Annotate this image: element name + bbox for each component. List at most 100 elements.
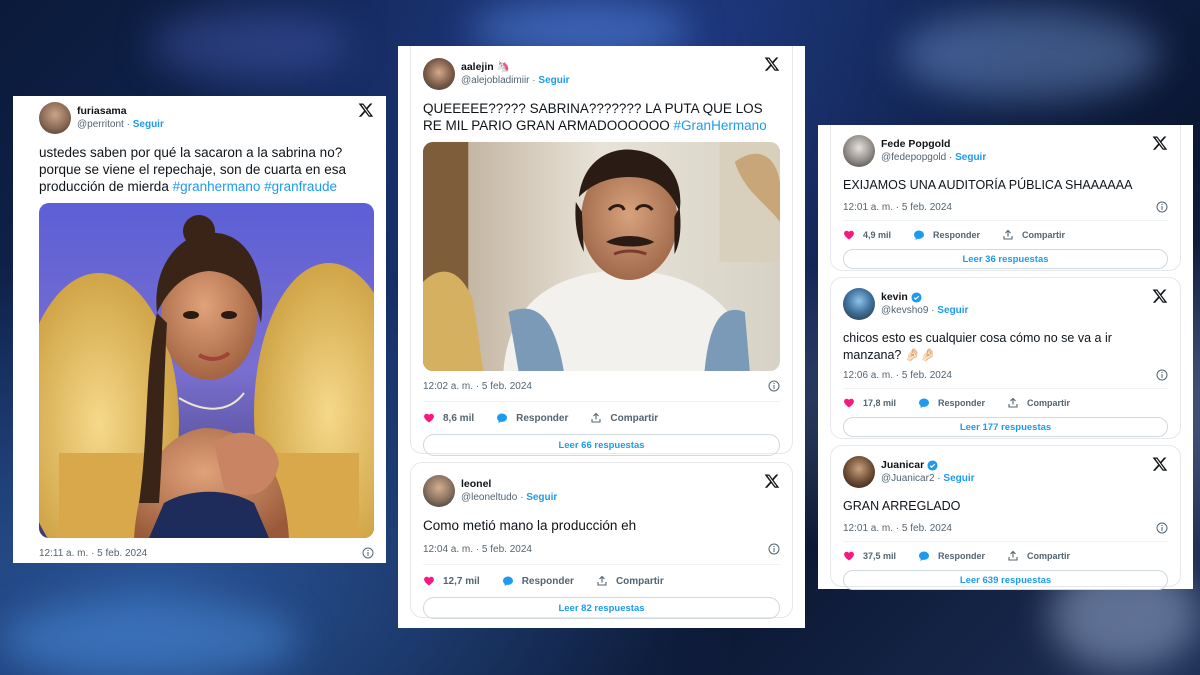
info-icon[interactable] [362,547,374,559]
heart-icon [424,576,434,586]
reply-bubble-icon [919,551,930,561]
avatar[interactable] [843,288,875,320]
share-button[interactable]: Compartir [1007,550,1070,562]
read-replies-button[interactable]: Leer 82 respuestas [423,597,780,619]
tweet-text: chicos esto es cualquier cosa cómo no se… [843,331,1112,362]
display-name[interactable]: Juanicar [881,458,975,472]
reply-label: Responder [521,575,574,587]
screenshot-panel-left: furiasama @perritont · Seguir ustedes sa… [13,96,386,563]
follow-button[interactable]: Seguir [937,305,968,316]
follow-button[interactable]: Seguir [538,75,569,86]
tweet-meta: 12:01 a. m. · 5 feb. 2024 [843,521,1168,535]
avatar[interactable] [39,102,71,134]
like-button[interactable]: 8,6 mil [423,412,474,424]
handle[interactable]: @leoneltudo [461,492,517,503]
reply-button[interactable]: Responder [918,397,985,409]
reply-button[interactable]: Responder [918,550,985,562]
hashtag-link[interactable]: #granhermano [173,179,261,194]
info-icon[interactable] [1156,522,1168,534]
timestamp[interactable]: 12:11 a. m. · 5 feb. 2024 [39,548,147,559]
share-icon [1008,397,1018,408]
display-name[interactable]: Fede Popgold [881,137,986,151]
share-label: Compartir [615,575,664,587]
follow-button[interactable]: Seguir [133,119,164,130]
display-name-text[interactable]: Juanicar [881,458,924,472]
share-button[interactable]: Compartir [596,575,664,587]
share-button[interactable]: Compartir [1002,229,1065,241]
info-icon[interactable] [1156,369,1168,381]
action-bar: 37,5 mil Responder Compartir [843,548,1168,564]
follow-button[interactable]: Seguir [955,152,986,163]
display-name-text[interactable]: kevin [881,290,908,304]
avatar[interactable] [423,58,455,90]
share-button[interactable]: Compartir [1007,397,1070,409]
display-name[interactable]: kevin [881,290,968,304]
info-icon[interactable] [1156,201,1168,213]
hashtag-link[interactable]: #GranHermano [674,118,767,133]
avatar[interactable] [843,135,875,167]
hashtag-link[interactable]: #granfraude [264,179,337,194]
info-icon[interactable] [768,380,780,392]
x-logo-icon[interactable] [1152,456,1168,472]
read-replies-button[interactable]: Leer 36 respuestas [843,249,1168,269]
display-name[interactable]: aalejin 🦄 [461,60,570,74]
like-button[interactable]: 12,7 mil [423,575,480,587]
handle[interactable]: @kevsho9 [881,305,928,316]
action-bar: 17,8 mil Responder Compartir [843,395,1168,411]
display-name[interactable]: leonel [461,477,557,491]
avatar[interactable] [423,475,455,507]
reply-bubble-icon [497,413,508,423]
handle-line: @alejobladimiir · Seguir [461,75,570,86]
info-icon[interactable] [768,543,780,555]
divider [843,220,1168,221]
tweet-header: aalejin 🦄 @alejobladimiir · Seguir [423,56,780,92]
tweet-media-photo[interactable] [39,203,374,538]
x-logo-icon[interactable] [1152,288,1168,304]
follow-button[interactable]: Seguir [526,492,557,503]
timestamp[interactable]: 12:04 a. m. · 5 feb. 2024 [423,544,532,555]
handle[interactable]: @alejobladimiir [461,75,530,86]
screenshot-panel-center: aalejin 🦄 @alejobladimiir · Seguir QUEEE… [398,46,805,628]
x-logo-icon[interactable] [1152,135,1168,151]
share-icon [1003,229,1013,240]
like-button[interactable]: 37,5 mil [843,550,896,562]
timestamp[interactable]: 12:06 a. m. · 5 feb. 2024 [843,370,952,381]
like-count: 17,8 mil [863,398,897,408]
reply-button[interactable]: Responder [502,575,574,587]
tweet-meta: 12:02 a. m. · 5 feb. 2024 [423,379,780,393]
handle[interactable]: @fedepopgold [881,152,946,163]
timestamp[interactable]: 12:01 a. m. · 5 feb. 2024 [843,202,952,213]
like-button[interactable]: 17,8 mil [843,397,896,409]
timestamp[interactable]: 12:02 a. m. · 5 feb. 2024 [423,381,532,392]
read-replies-button[interactable]: Leer 639 respuestas [843,570,1168,590]
reply-button[interactable]: Responder [913,229,980,241]
share-label: Compartir [1022,230,1066,240]
follow-button[interactable]: Seguir [943,473,974,484]
x-logo-icon[interactable] [358,102,374,118]
x-logo-icon[interactable] [764,473,780,489]
timestamp[interactable]: 12:01 a. m. · 5 feb. 2024 [843,523,952,534]
verified-badge-icon [927,459,938,471]
heart-icon [844,230,854,240]
tweet-card: Fede Popgold @fedepopgold · Seguir EXIJA… [830,125,1181,271]
x-logo-icon[interactable] [764,56,780,72]
divider [423,564,780,565]
share-label: Compartir [610,412,659,424]
tweet-text: ustedes saben por qué la sacaron a la sa… [39,144,374,195]
tweet-meta: 12:04 a. m. · 5 feb. 2024 [423,542,780,556]
avatar[interactable] [843,456,875,488]
reply-button[interactable]: Responder [496,412,568,424]
tweet-media-photo[interactable] [423,142,780,371]
handle[interactable]: @perritont [77,119,124,130]
tweet-card: kevin @kevsho9 · Seguir chicos esto es c… [830,277,1181,439]
screenshot-panel-right: Fede Popgold @fedepopgold · Seguir EXIJA… [818,125,1193,590]
display-name[interactable]: furiasama [77,104,164,118]
read-replies-button[interactable]: Leer 66 respuestas [423,434,780,456]
read-replies-button[interactable]: Leer 177 respuestas [843,417,1168,437]
like-button[interactable]: 4,9 mil [843,229,891,241]
handle[interactable]: @Juanicar2 [881,473,935,484]
share-button[interactable]: Compartir [590,412,658,424]
share-icon [597,575,607,586]
handle-line: @perritont · Seguir [77,119,164,130]
tweet-header: Juanicar @Juanicar2 · Seguir [843,454,1168,490]
